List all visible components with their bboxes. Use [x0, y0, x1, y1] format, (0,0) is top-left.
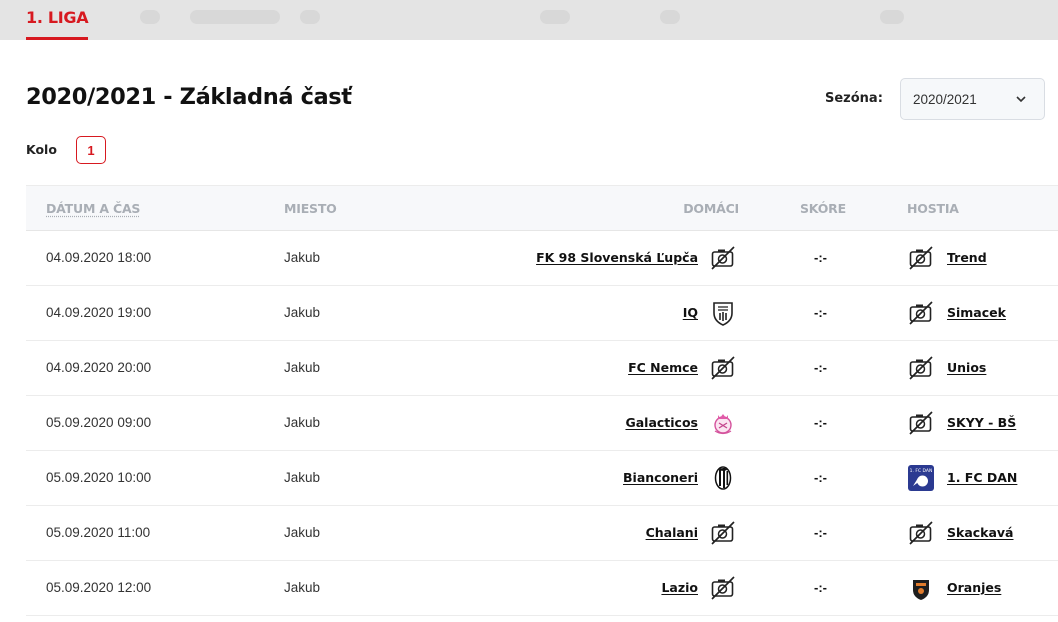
iq-crest-icon: [709, 299, 737, 327]
round-label: Kolo: [26, 142, 57, 157]
page-title: 2020/2021 - Základná časť: [26, 84, 352, 110]
match-place: Jakub: [284, 415, 321, 430]
column-header-away: HOSTIA: [907, 201, 959, 216]
chevron-down-icon: [1016, 96, 1026, 103]
no-image-icon: [709, 519, 737, 547]
nav-placeholder: [880, 10, 904, 24]
match-date: 05.09.2020 09:00: [46, 415, 152, 430]
match-date: 05.09.2020 10:00: [46, 470, 152, 485]
bianconeri-crest-icon: [709, 464, 737, 492]
season-select[interactable]: 2020/2021: [900, 78, 1045, 120]
away-team-link[interactable]: Oranjes: [947, 580, 1001, 595]
no-image-icon: [907, 519, 935, 547]
match-score: -:-: [814, 580, 827, 595]
match-score: -:-: [814, 525, 827, 540]
home-team-link[interactable]: FC Nemce: [628, 360, 698, 375]
no-image-icon: [709, 574, 737, 602]
match-place: Jakub: [284, 525, 321, 540]
nav-placeholder: [300, 10, 320, 24]
home-team-link[interactable]: FK 98 Slovenská Ľupča: [536, 250, 698, 265]
oranjes-crest-icon: [907, 574, 935, 602]
table-row: 05.09.2020 09:00 Jakub Galacticos -:- SKYY -…: [26, 396, 1058, 451]
match-score: -:-: [814, 415, 827, 430]
column-header-date[interactable]: DÁTUM A ČAS: [46, 201, 140, 216]
home-team-link[interactable]: Lazio: [661, 580, 698, 595]
no-image-icon: [709, 244, 737, 272]
no-image-icon: [709, 354, 737, 382]
no-image-icon: [907, 244, 935, 272]
svg-text:1. FC DAN: 1. FC DAN: [910, 468, 933, 474]
table-row: 05.09.2020 10:00 Jakub Bianconeri -:- 1. FC …: [26, 451, 1058, 506]
top-navigation: 1. LIGA: [0, 0, 1058, 40]
home-team-link[interactable]: IQ: [683, 305, 698, 320]
match-date: 05.09.2020 11:00: [46, 525, 151, 540]
home-team-link[interactable]: Bianconeri: [623, 470, 698, 485]
home-team-link[interactable]: Galacticos: [625, 415, 698, 430]
table-body: 04.09.2020 18:00 Jakub FK 98 Slovenská Ľup…: [26, 231, 1058, 616]
column-header-home: DOMÁCI: [683, 201, 739, 216]
match-place: Jakub: [284, 305, 321, 320]
match-date: 04.09.2020 20:00: [46, 360, 152, 375]
match-date: 04.09.2020 18:00: [46, 250, 152, 265]
table-row: 04.09.2020 20:00 Jakub FC Nemce -:- Unios: [26, 341, 1058, 396]
match-score: -:-: [814, 250, 827, 265]
fc-dan-crest-icon: 1. FC DAN: [907, 464, 935, 492]
season-label: Sezóna:: [825, 91, 883, 106]
nav-placeholder: [140, 10, 160, 24]
column-header-score: SKÓRE: [800, 201, 846, 216]
table-row: 05.09.2020 11:00 Jakub Chalani -:- Skackavá: [26, 506, 1058, 561]
table-row: 04.09.2020 18:00 Jakub FK 98 Slovenská Ľup…: [26, 231, 1058, 286]
match-place: Jakub: [284, 250, 321, 265]
match-date: 04.09.2020 19:00: [46, 305, 152, 320]
nav-placeholder: [660, 10, 680, 24]
round-button-1[interactable]: 1: [76, 136, 106, 164]
season-select-value: 2020/2021: [913, 91, 977, 107]
away-team-link[interactable]: Skackavá: [947, 525, 1014, 540]
column-header-place: MIESTO: [284, 201, 337, 216]
galacticos-crest-icon: [709, 409, 737, 437]
nav-placeholder: [540, 10, 570, 24]
match-place: Jakub: [284, 470, 321, 485]
table-header: DÁTUM A ČAS MIESTO DOMÁCI SKÓRE HOSTIA: [26, 185, 1058, 231]
match-place: Jakub: [284, 580, 321, 595]
nav-placeholder: [190, 10, 280, 24]
away-team-link[interactable]: Trend: [947, 250, 987, 265]
away-team-link[interactable]: Simacek: [947, 305, 1006, 320]
tab-1-liga[interactable]: 1. LIGA: [26, 0, 89, 40]
match-score: -:-: [814, 305, 827, 320]
match-date: 05.09.2020 12:00: [46, 580, 152, 595]
home-team-link[interactable]: Chalani: [646, 525, 698, 540]
match-place: Jakub: [284, 360, 321, 375]
match-score: -:-: [814, 470, 827, 485]
no-image-icon: [907, 299, 935, 327]
away-team-link[interactable]: 1. FC DAN: [947, 470, 1017, 485]
away-team-link[interactable]: SKYY - BŠ: [947, 415, 1016, 430]
matches-table: DÁTUM A ČAS MIESTO DOMÁCI SKÓRE HOSTIA 0…: [26, 185, 1058, 616]
table-row: 04.09.2020 19:00 Jakub IQ -:- Simacek: [26, 286, 1058, 341]
table-row: 05.09.2020 12:00 Jakub Lazio -:- Oranjes: [26, 561, 1058, 616]
match-score: -:-: [814, 360, 827, 375]
away-team-link[interactable]: Unios: [947, 360, 986, 375]
no-image-icon: [907, 354, 935, 382]
no-image-icon: [907, 409, 935, 437]
